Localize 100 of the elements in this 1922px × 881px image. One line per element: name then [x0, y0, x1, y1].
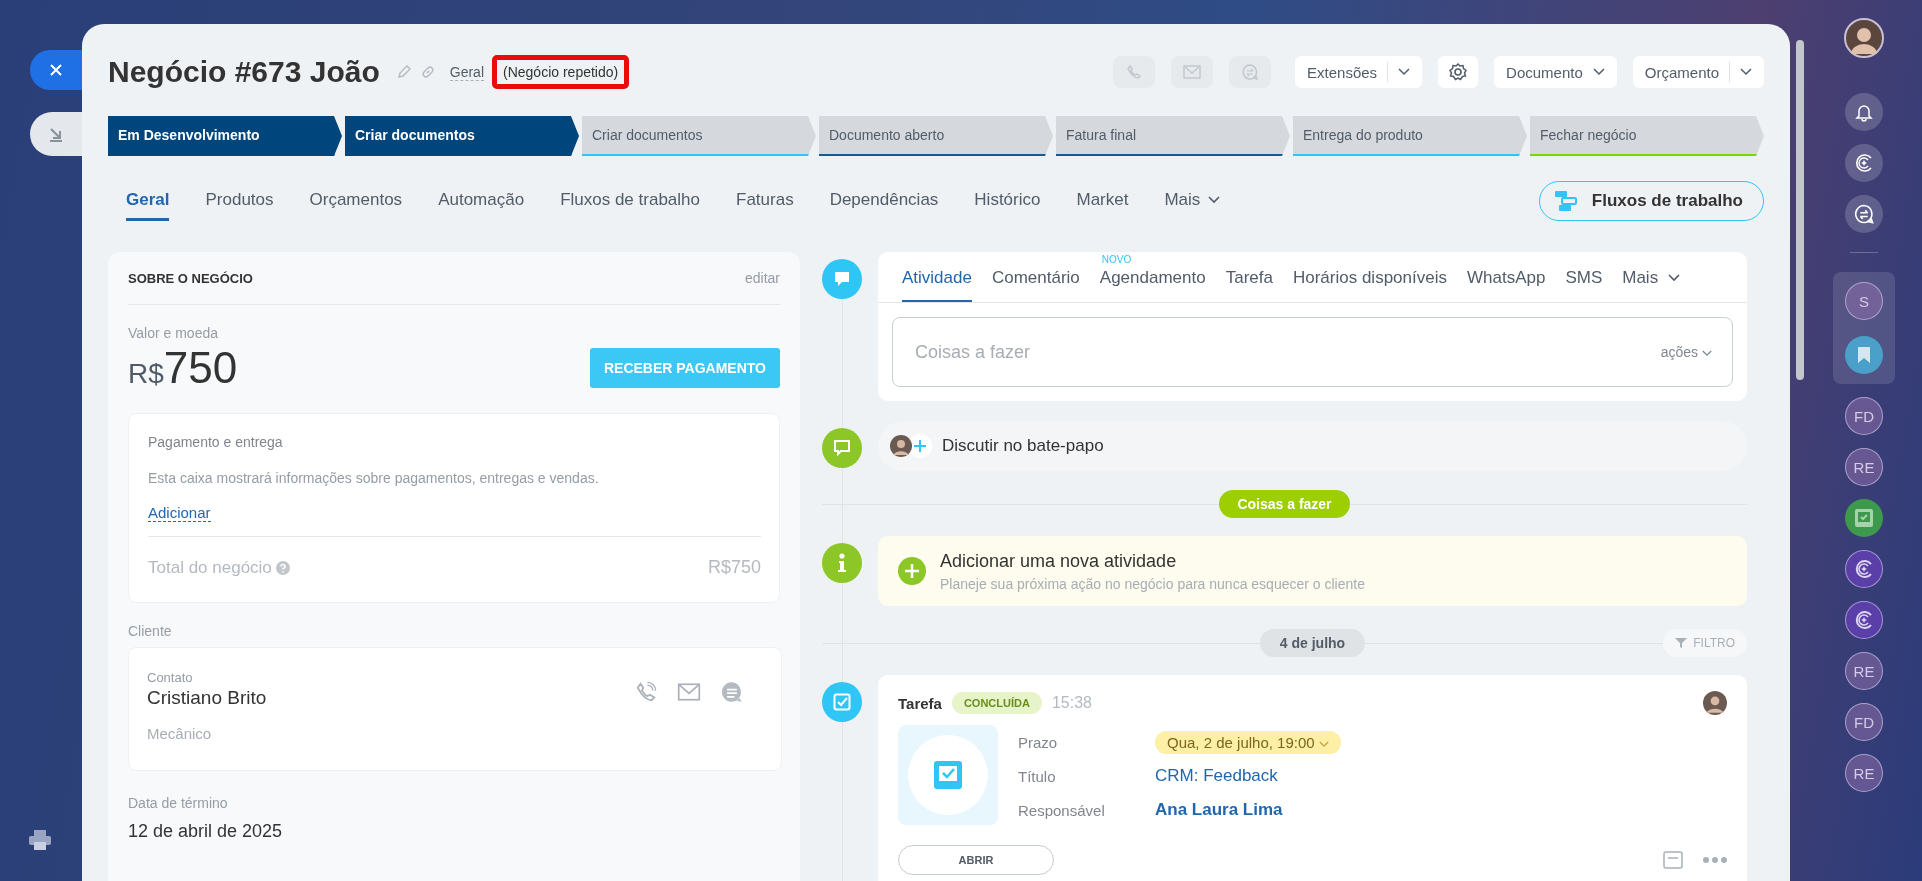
contact-name[interactable]: Cristiano Brito [147, 687, 635, 709]
printer-icon[interactable] [28, 829, 52, 851]
phone-icon [1126, 64, 1143, 80]
new-activity-hint: Planeje sua próxima ação no negócio para nunca esquecer o cliente [940, 575, 1365, 592]
field-label: Valor e moeda [128, 325, 219, 341]
total-label: Total do negócio [148, 557, 272, 578]
chat-avatar[interactable]: FD [1845, 397, 1883, 435]
category-link[interactable]: Geral [449, 63, 484, 81]
settings-button[interactable] [1438, 56, 1479, 88]
chat-label: Discutir no bate-papo [942, 436, 1104, 456]
pipeline-stage[interactable]: Documento aberto [819, 116, 1053, 156]
date-divider: 4 de julho [1259, 629, 1366, 657]
pipeline-stage[interactable]: Entrega do produto [1293, 116, 1527, 156]
tab[interactable]: Geral [126, 181, 170, 221]
new-activity-card[interactable]: Adicionar uma nova atividade Planeje sua próxima ação no negócio para nunca esquecer o cliente [878, 536, 1747, 606]
tab[interactable]: Mais [1164, 181, 1221, 221]
chevron-down-icon [1318, 740, 1329, 748]
tab[interactable]: Faturas [736, 181, 794, 221]
task-chat-button[interactable] [1845, 499, 1883, 537]
contact-type: Contato [147, 670, 194, 685]
chat-avatar[interactable]: RE [1845, 652, 1883, 690]
deadline-dropdown[interactable]: Qua, 2 de julho, 19:00 [1155, 730, 1341, 754]
split-dropdown-button[interactable]: Extensões [1295, 56, 1423, 88]
todo-field[interactable]: Coisas a fazer ações [892, 317, 1733, 387]
responsible-link[interactable]: Ana Laura Lima [1155, 800, 1283, 820]
actions-dropdown[interactable]: ações [1660, 344, 1712, 360]
todo-divider: Coisas a fazer [1219, 490, 1350, 518]
field-label: Cliente [128, 623, 173, 639]
payment-title: Pagamento e entrega [148, 434, 284, 450]
minimize-button[interactable] [30, 112, 82, 156]
activity-tab[interactable]: Atividade [902, 252, 972, 302]
repeat-label: (Negócio repetido) [492, 55, 630, 89]
chat-bubble-icon [822, 428, 862, 468]
scrollbar[interactable] [1796, 40, 1804, 380]
sparkle-swirl-icon [1853, 152, 1875, 174]
activity-tab[interactable]: Horários disponíveis [1292, 252, 1447, 302]
chat-icon [1241, 63, 1260, 81]
field-label: Responsável [1018, 801, 1106, 819]
pipeline-stage[interactable]: Fechar negócio [1530, 116, 1764, 156]
avatar-icon [1703, 691, 1727, 715]
close-button[interactable] [30, 50, 82, 90]
tab[interactable]: Produtos [205, 181, 274, 221]
status-badge: CONCLUÍDA [951, 692, 1042, 714]
task-check-icon [933, 760, 963, 790]
payment-description: Esta caixa mostrará informações sobre pagamentos, entregas e vendas. [148, 470, 600, 486]
new-activity-title: Adicionar uma nova atividade [940, 550, 1178, 572]
field-label: Prazo [1018, 733, 1059, 751]
task-time: 15:38 [1051, 694, 1092, 712]
activity-tab[interactable]: Mais [1622, 252, 1681, 302]
open-button[interactable]: ABRIR [898, 845, 1054, 875]
user-avatar[interactable] [1844, 18, 1884, 58]
deal-title: Negócio #673 João [108, 55, 380, 89]
tab[interactable]: Dependências [829, 181, 939, 221]
gear-icon [1448, 62, 1469, 82]
total-value: R$750 [707, 557, 761, 578]
pipeline-stage[interactable]: Criar documentos [582, 116, 816, 156]
avatar-icon [890, 435, 912, 457]
title-link[interactable]: CRM: Feedback [1155, 766, 1278, 786]
chat-avatar[interactable]: FD [1845, 703, 1883, 741]
sparkle-swirl-icon [1853, 609, 1875, 631]
pipeline-stage[interactable]: Em Desenvolvimento [108, 116, 342, 156]
chevron-down-icon [1208, 195, 1221, 204]
add-link[interactable]: Adicionar [148, 504, 211, 522]
end-date: 12 de abril de 2025 [128, 821, 284, 842]
add-icon[interactable] [908, 434, 932, 458]
tab[interactable]: Market [1076, 181, 1129, 221]
bookmark-button[interactable] [1845, 336, 1883, 374]
mail-icon [1183, 65, 1202, 79]
workflows-button[interactable]: Fluxos de trabalho [1538, 181, 1764, 221]
chat-avatar[interactable]: S [1845, 282, 1883, 320]
activity-tab[interactable]: SMS [1565, 252, 1603, 302]
chat-button[interactable] [1845, 195, 1883, 233]
notifications-button[interactable] [1845, 93, 1883, 131]
pipeline-stage[interactable]: Fatura final [1056, 116, 1290, 156]
chat-row[interactable]: Discutir no bate-papo [878, 421, 1747, 471]
split-dropdown-button[interactable]: Orçamento [1632, 56, 1764, 88]
tab[interactable]: Histórico [974, 181, 1041, 221]
chat-avatar[interactable]: RE [1845, 754, 1883, 792]
arrow-down-right-icon [47, 125, 65, 143]
task-icon [1854, 508, 1874, 528]
contact-role: Mecânico [147, 725, 213, 742]
dropdown-button[interactable]: Documento [1494, 56, 1617, 88]
copilot-chat-button[interactable] [1845, 550, 1883, 588]
copilot-chat-button[interactable] [1845, 601, 1883, 639]
bookmark-icon [1857, 346, 1871, 364]
section-heading: SOBRE O NEGÓCIO [128, 270, 253, 286]
activity-tab[interactable]: Comentário [991, 252, 1080, 302]
new-label: NOVO [1101, 254, 1132, 265]
activity-tab[interactable]: WhatsApp [1466, 252, 1546, 302]
deal-amount: R$750 [128, 343, 238, 393]
close-icon [48, 62, 64, 78]
pipeline-stage[interactable]: Criar documentos [345, 116, 579, 156]
copilot-button[interactable] [1845, 144, 1883, 182]
activity-tab[interactable]: Tarefa [1225, 252, 1273, 302]
tab[interactable]: Fluxos de trabalho [560, 181, 700, 221]
chat-avatar[interactable]: RE [1845, 448, 1883, 486]
tab[interactable]: Automação [438, 181, 525, 221]
field-label: Data de término [128, 795, 229, 811]
tab[interactable]: Orçamentos [309, 181, 403, 221]
info-icon [822, 543, 862, 583]
